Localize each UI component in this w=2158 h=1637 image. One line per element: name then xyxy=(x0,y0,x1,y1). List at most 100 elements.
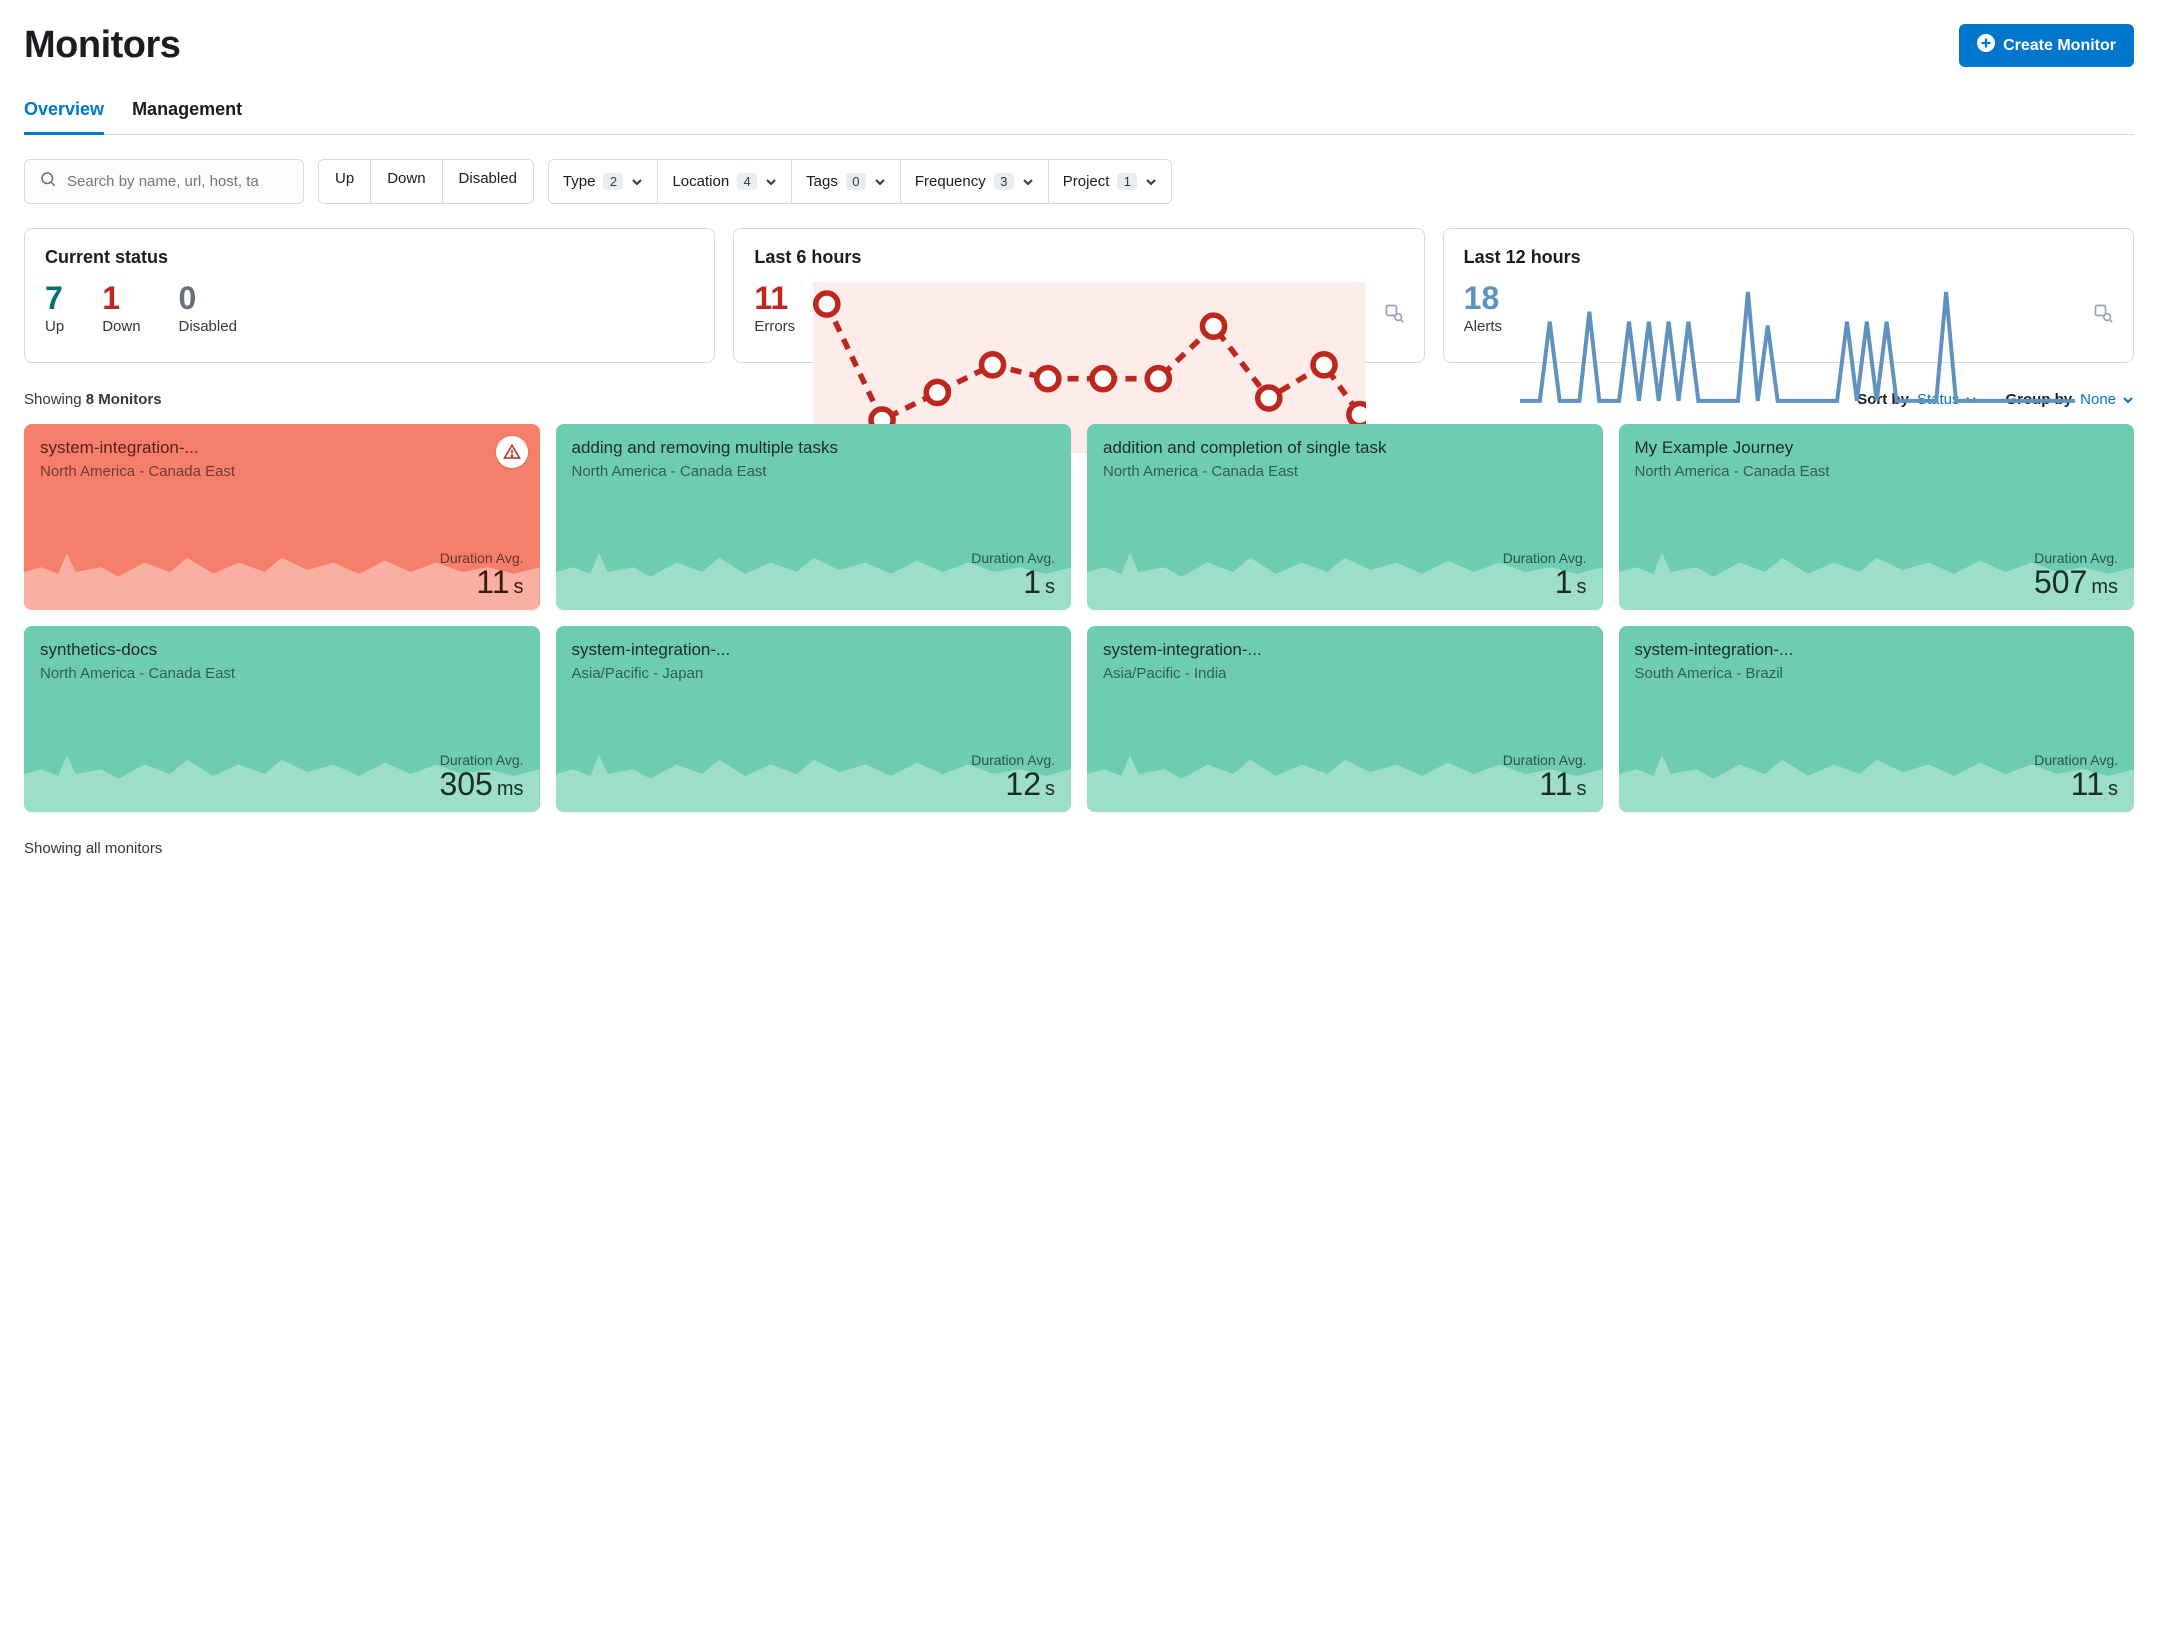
facet-frequency-count: 3 xyxy=(994,173,1014,190)
monitor-tile[interactable]: adding and removing multiple tasks North … xyxy=(556,424,1072,610)
monitor-tile[interactable]: system-integration-... Asia/Pacific - Ind… xyxy=(1087,626,1603,812)
monitor-duration-value: 11s xyxy=(40,566,524,598)
monitor-duration-label: Duration Avg. xyxy=(572,752,1056,768)
filter-up[interactable]: Up xyxy=(319,160,370,203)
monitor-tile[interactable]: addition and completion of single task No… xyxy=(1087,424,1603,610)
monitor-name: adding and removing multiple tasks xyxy=(572,438,1056,458)
errors-card-title: Last 6 hours xyxy=(754,247,1403,268)
monitor-duration-label: Duration Avg. xyxy=(572,550,1056,566)
results-showing-prefix: Showing xyxy=(24,391,86,408)
group-by-select[interactable]: None xyxy=(2080,391,2134,408)
monitor-name: system-integration-... xyxy=(572,640,1056,660)
tabs: Overview Management xyxy=(24,91,2134,135)
alerts-sparkline xyxy=(1520,282,2075,344)
filter-down[interactable]: Down xyxy=(370,160,441,203)
chevron-down-icon xyxy=(2122,394,2134,406)
warning-icon xyxy=(503,443,521,461)
status-down-value: 1 xyxy=(102,282,140,314)
status-down-label: Down xyxy=(102,318,140,335)
facet-tags-count: 0 xyxy=(846,173,866,190)
alerts-value: 18 xyxy=(1464,282,1502,314)
tab-overview[interactable]: Overview xyxy=(24,91,104,134)
inspect-icon[interactable] xyxy=(2093,303,2113,323)
facet-type-count: 2 xyxy=(603,173,623,190)
monitor-location: Asia/Pacific - Japan xyxy=(572,664,1056,684)
create-monitor-label: Create Monitor xyxy=(2003,37,2116,55)
search-input[interactable] xyxy=(67,173,289,190)
search-input-wrapper[interactable] xyxy=(24,159,304,204)
monitor-tile[interactable]: synthetics-docs North America - Canada Ea… xyxy=(24,626,540,812)
monitor-name: system-integration-... xyxy=(1635,640,2119,660)
monitors-grid: system-integration-... North America - Ca… xyxy=(24,424,2134,812)
status-up: 7 Up xyxy=(45,282,64,335)
monitor-location: South America - Brazil xyxy=(1635,664,2119,684)
alerts-card-title: Last 12 hours xyxy=(1464,247,2113,268)
facet-tags[interactable]: Tags 0 xyxy=(791,160,900,203)
monitor-tile[interactable]: system-integration-... South America - Br… xyxy=(1619,626,2135,812)
chevron-down-icon xyxy=(874,176,886,188)
status-disabled-label: Disabled xyxy=(179,318,237,335)
monitor-location: Asia/Pacific - India xyxy=(1103,664,1587,684)
monitor-duration-value: 11s xyxy=(1635,768,2119,800)
current-status-title: Current status xyxy=(45,247,694,268)
monitor-duration-value: 12s xyxy=(572,768,1056,800)
monitor-location: North America - Canada East xyxy=(40,664,524,684)
monitor-tile[interactable]: system-integration-... North America - Ca… xyxy=(24,424,540,610)
errors-label: Errors xyxy=(754,318,795,335)
create-monitor-button[interactable]: Create Monitor xyxy=(1959,24,2134,67)
monitor-name: addition and completion of single task xyxy=(1103,438,1587,458)
monitor-duration-label: Duration Avg. xyxy=(40,550,524,566)
facet-location[interactable]: Location 4 xyxy=(657,160,791,203)
monitor-name: system-integration-... xyxy=(40,438,524,458)
monitor-duration-label: Duration Avg. xyxy=(1103,752,1587,768)
results-count: 8 Monitors xyxy=(86,391,162,408)
monitor-duration-label: Duration Avg. xyxy=(1103,550,1587,566)
monitor-location: North America - Canada East xyxy=(1103,462,1587,482)
chevron-down-icon xyxy=(1145,176,1157,188)
monitor-duration-value: 11s xyxy=(1103,768,1587,800)
facet-location-label: Location xyxy=(672,173,729,190)
tab-management[interactable]: Management xyxy=(132,91,242,134)
page-title: Monitors xyxy=(24,24,180,67)
facet-group: Type 2 Location 4 Tags 0 Frequency 3 Pro… xyxy=(548,159,1173,204)
facet-location-count: 4 xyxy=(737,173,757,190)
monitor-name: system-integration-... xyxy=(1103,640,1587,660)
footer-text: Showing all monitors xyxy=(24,840,2134,857)
facet-tags-label: Tags xyxy=(806,173,838,190)
errors-sparkline xyxy=(813,282,1365,344)
facet-frequency-label: Frequency xyxy=(915,173,986,190)
monitor-name: synthetics-docs xyxy=(40,640,524,660)
monitor-duration-label: Duration Avg. xyxy=(1635,752,2119,768)
inspect-icon[interactable] xyxy=(1384,303,1404,323)
group-by-value: None xyxy=(2080,391,2116,408)
chevron-down-icon xyxy=(631,176,643,188)
monitor-duration-value: 507ms xyxy=(1635,566,2119,598)
status-up-value: 7 xyxy=(45,282,64,314)
alerts-card: Last 12 hours 18 Alerts xyxy=(1443,228,2134,363)
facet-type-label: Type xyxy=(563,173,596,190)
errors-card: Last 6 hours 11 Errors xyxy=(733,228,1424,363)
plus-circle-icon xyxy=(1977,34,1995,57)
status-filter-group: Up Down Disabled xyxy=(318,159,534,204)
results-summary: Showing 8 Monitors xyxy=(24,391,162,408)
alerts-label: Alerts xyxy=(1464,318,1502,335)
monitor-location: North America - Canada East xyxy=(40,462,524,482)
facet-project[interactable]: Project 1 xyxy=(1048,160,1172,203)
monitor-tile[interactable]: My Example Journey North America - Canada… xyxy=(1619,424,2135,610)
monitor-duration-value: 1s xyxy=(1103,566,1587,598)
status-down: 1 Down xyxy=(102,282,140,335)
monitor-tile[interactable]: system-integration-... Asia/Pacific - Jap… xyxy=(556,626,1072,812)
monitor-duration-value: 305ms xyxy=(40,768,524,800)
monitor-location: North America - Canada East xyxy=(572,462,1056,482)
current-status-card: Current status 7 Up 1 Down 0 Disabled xyxy=(24,228,715,363)
status-disabled: 0 Disabled xyxy=(179,282,237,335)
facet-frequency[interactable]: Frequency 3 xyxy=(900,160,1048,203)
monitor-name: My Example Journey xyxy=(1635,438,2119,458)
monitor-location: North America - Canada East xyxy=(1635,462,2119,482)
chevron-down-icon xyxy=(1022,176,1034,188)
facet-type[interactable]: Type 2 xyxy=(549,160,658,203)
status-up-label: Up xyxy=(45,318,64,335)
facet-project-label: Project xyxy=(1063,173,1110,190)
filter-disabled[interactable]: Disabled xyxy=(442,160,533,203)
status-disabled-value: 0 xyxy=(179,282,237,314)
